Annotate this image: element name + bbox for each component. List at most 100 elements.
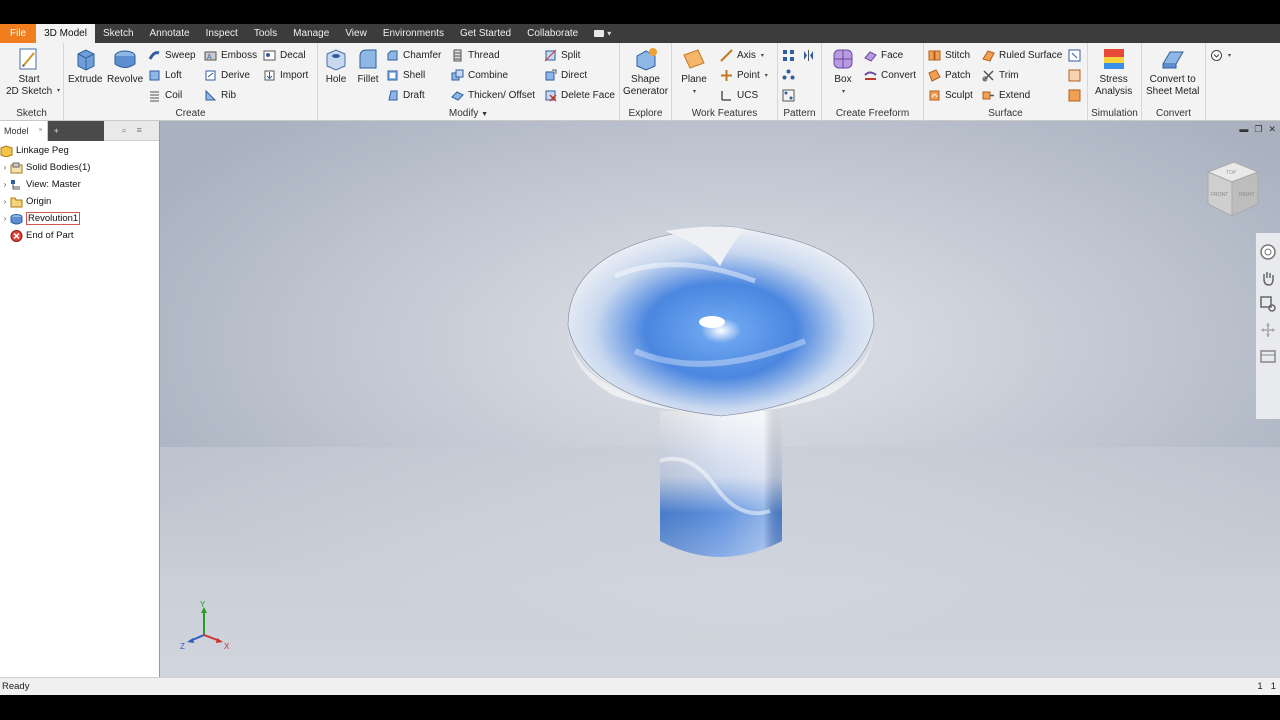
patch-button[interactable]: Patch bbox=[928, 67, 971, 83]
ruled-surface-button[interactable]: Ruled Surface bbox=[982, 47, 1062, 63]
loft-button[interactable]: Loft bbox=[148, 67, 182, 83]
view-face-icon[interactable] bbox=[1259, 347, 1277, 365]
restore-icon[interactable]: ❐ bbox=[1254, 124, 1262, 135]
steering-wheel-icon[interactable] bbox=[1259, 243, 1277, 261]
fit-mesh-face-button[interactable] bbox=[1068, 87, 1081, 103]
tab-sketch[interactable]: Sketch bbox=[95, 24, 142, 43]
circular-pattern-button[interactable] bbox=[782, 67, 795, 83]
start-2d-sketch-button[interactable]: Start 2D Sketch bbox=[6, 46, 52, 98]
expand-arrow-icon[interactable]: › bbox=[0, 180, 10, 189]
search-icon[interactable]: ⌕ bbox=[122, 125, 127, 136]
rectangular-pattern-button[interactable] bbox=[782, 47, 795, 63]
draft-label: Draft bbox=[403, 89, 425, 101]
hole-button[interactable]: Hole bbox=[323, 46, 349, 86]
shape-generator-button[interactable]: Shape Generator bbox=[623, 46, 668, 98]
stress-analysis-button[interactable]: Stress Analysis bbox=[1095, 46, 1132, 98]
sweep-button[interactable]: Sweep bbox=[148, 47, 196, 63]
trim-button[interactable]: Trim bbox=[982, 67, 1019, 83]
tree-item-root[interactable]: Linkage Peg bbox=[0, 142, 69, 159]
stitch-button[interactable]: Stitch bbox=[928, 47, 970, 63]
ucs-button[interactable]: UCS bbox=[720, 87, 758, 103]
tab-manage[interactable]: Manage bbox=[285, 24, 337, 43]
add-browser-button[interactable]: + bbox=[47, 120, 104, 141]
tab-collaborate[interactable]: Collaborate bbox=[519, 24, 586, 43]
combine-button[interactable]: Combine bbox=[451, 67, 508, 83]
panel-sketch: Start 2D Sketch ▾ Sketch bbox=[0, 43, 64, 121]
sketch-driven-pattern-button[interactable] bbox=[782, 87, 795, 103]
point-button[interactable]: Point ▾ bbox=[720, 67, 768, 83]
loft-icon bbox=[149, 70, 160, 80]
panel-simulation: Stress Analysis Simulation bbox=[1088, 43, 1142, 121]
freeform-box-icon bbox=[833, 49, 853, 69]
rib-label: Rib bbox=[221, 89, 237, 101]
repair-bodies-button[interactable] bbox=[1068, 67, 1081, 83]
convert-to-sheet-metal-button[interactable]: Convert to Sheet Metal bbox=[1146, 46, 1199, 98]
shell-button[interactable]: Shell bbox=[386, 67, 425, 83]
tab-environments[interactable]: Environments bbox=[375, 24, 452, 43]
panel-label-pattern: Pattern bbox=[783, 108, 816, 119]
fillet-button[interactable]: Fillet bbox=[355, 46, 381, 86]
tab-view[interactable]: View bbox=[337, 24, 375, 43]
chamfer-button[interactable]: Chamfer bbox=[386, 47, 441, 63]
panel-pattern: Pattern bbox=[778, 43, 822, 121]
extend-button[interactable]: Extend bbox=[982, 87, 1030, 103]
minimize-icon[interactable]: ▬ bbox=[1239, 124, 1248, 135]
tab-tools[interactable]: Tools bbox=[246, 24, 285, 43]
tab-get-started[interactable]: Get Started bbox=[452, 24, 519, 43]
decal-button[interactable]: Decal bbox=[263, 47, 306, 63]
sculpt-button[interactable]: Sculpt bbox=[928, 87, 973, 103]
tree-item-view-master[interactable]: › View: Master bbox=[0, 176, 81, 193]
freeform-convert-button[interactable]: Convert bbox=[864, 67, 916, 83]
ribbon-options-dropdown[interactable]: ▾ bbox=[1210, 47, 1231, 63]
rib-button[interactable]: Rib bbox=[204, 87, 236, 103]
graphics-viewport[interactable]: ▬ ❐ ✕ TOP FRONT RIGHT Y X Z bbox=[160, 121, 1280, 677]
expand-arrow-icon[interactable]: › bbox=[0, 214, 10, 223]
tree-item-solid-bodies[interactable]: › Solid Bodies(1) bbox=[0, 159, 90, 176]
close-icon[interactable]: × bbox=[39, 127, 43, 134]
plane-button[interactable]: Plane ▾ bbox=[681, 46, 707, 98]
menu-icon[interactable]: ≡ bbox=[137, 125, 142, 136]
direct-button[interactable]: Direct bbox=[544, 67, 587, 83]
derive-icon bbox=[205, 70, 216, 80]
panel-label-modify[interactable]: Modify ▼ bbox=[318, 108, 619, 119]
tab-annotate[interactable]: Annotate bbox=[142, 24, 198, 43]
view-icon bbox=[11, 179, 20, 189]
viewcube[interactable]: TOP FRONT RIGHT bbox=[1202, 156, 1262, 220]
axis-button[interactable]: Axis ▾ bbox=[720, 47, 764, 63]
freeform-box-button[interactable]: Box ▾ bbox=[830, 46, 856, 98]
ruled-surface-icon bbox=[982, 49, 995, 62]
expand-arrow-icon[interactable]: › bbox=[0, 163, 10, 172]
delete-face-button[interactable]: Delete Face bbox=[544, 87, 615, 103]
revolve-button[interactable]: Revolve bbox=[107, 46, 143, 86]
freeform-face-button[interactable]: Face bbox=[864, 47, 903, 63]
thicken-offset-button[interactable]: Thicken/ Offset bbox=[451, 87, 535, 103]
zoom-icon[interactable] bbox=[1259, 295, 1277, 313]
orbit-icon[interactable] bbox=[1259, 321, 1277, 339]
video-dropdown[interactable]: ▾ bbox=[586, 24, 619, 43]
extrude-button[interactable]: Extrude bbox=[68, 46, 102, 86]
tab-file[interactable]: File bbox=[0, 24, 37, 43]
tab-inspect[interactable]: Inspect bbox=[198, 24, 246, 43]
tab-3d-model[interactable]: 3D Model bbox=[36, 24, 95, 43]
split-button[interactable]: Split bbox=[544, 47, 580, 63]
tree-item-revolution1[interactable]: › Revolution1 bbox=[0, 210, 81, 227]
hole-label: Hole bbox=[325, 74, 347, 85]
coil-button[interactable]: Coil bbox=[148, 87, 182, 103]
draft-button[interactable]: Draft bbox=[386, 87, 425, 103]
sculpt-icon bbox=[929, 90, 940, 100]
part-model[interactable] bbox=[555, 221, 885, 571]
replace-face-button[interactable] bbox=[1068, 47, 1081, 63]
derive-button[interactable]: Derive bbox=[204, 67, 250, 83]
expand-arrow-icon[interactable]: › bbox=[0, 197, 10, 206]
panel-surface: Stitch Patch Sculpt Ruled Surface Trim E… bbox=[924, 43, 1088, 121]
pan-hand-icon[interactable] bbox=[1259, 269, 1277, 287]
emboss-button[interactable]: A Emboss bbox=[204, 47, 257, 63]
tree-item-end-of-part[interactable]: End of Part bbox=[0, 227, 74, 244]
close-icon[interactable]: ✕ bbox=[1268, 124, 1276, 135]
tree-item-origin[interactable]: › Origin bbox=[0, 193, 51, 210]
mirror-button[interactable] bbox=[802, 47, 815, 63]
panel-label-create-freeform: Create Freeform bbox=[835, 108, 910, 119]
browser-tab-model[interactable]: Model × bbox=[0, 120, 48, 141]
thread-button[interactable]: Thread bbox=[451, 47, 500, 63]
import-button[interactable]: Import bbox=[263, 67, 308, 83]
